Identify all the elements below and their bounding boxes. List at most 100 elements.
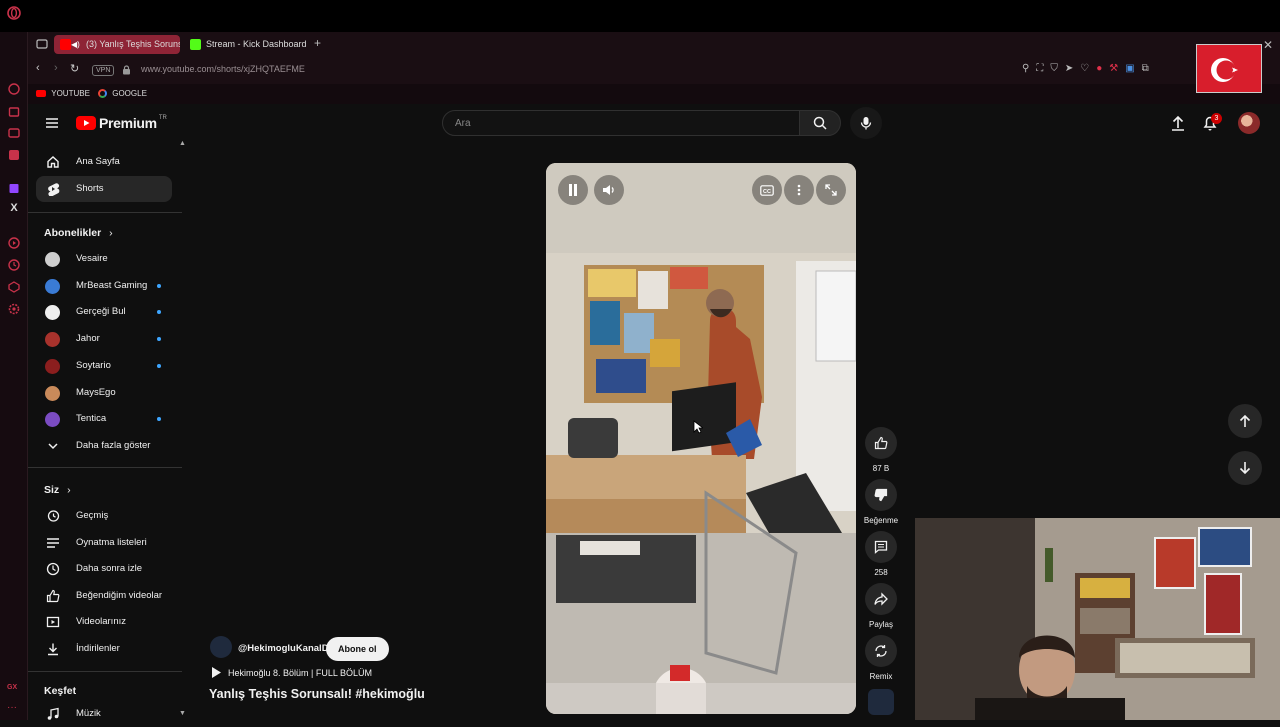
channel-avatar[interactable]	[210, 636, 232, 658]
sidebar-item-subscription[interactable]: MaysEgo	[36, 380, 172, 406]
shield-icon[interactable]: ⛉	[1050, 63, 1058, 74]
voice-search-button[interactable]	[850, 107, 882, 139]
avatar[interactable]	[1238, 112, 1260, 134]
reload-icon[interactable]: ↻	[70, 62, 79, 75]
extension-red-icon[interactable]: ●	[1096, 63, 1102, 74]
back-arrow-icon[interactable]: ‹	[36, 62, 40, 74]
playlist-link[interactable]: Hekimoğlu 8. Bölüm | FULL BÖLÜM	[211, 667, 372, 678]
comments-button[interactable]	[865, 531, 897, 563]
sidebar-item-subscription[interactable]: MrBeast Gaming	[36, 273, 172, 299]
cube-icon[interactable]	[7, 280, 21, 294]
tab-kick-dashboard[interactable]: Stream - Kick Dashboard	[184, 35, 312, 54]
remix-button[interactable]	[865, 635, 897, 667]
next-short-button[interactable]	[1228, 451, 1262, 485]
captions-icon: CC	[760, 184, 774, 196]
window-close-icon[interactable]: ✕	[1263, 38, 1273, 52]
hamburger-menu-icon[interactable]	[45, 116, 59, 130]
tab-youtube[interactable]: ◀) (3) Yanlış Teşhis Sorunsalı! #hekimoğ…	[54, 35, 180, 54]
extension-wrench-icon[interactable]: ⚒	[1109, 63, 1118, 74]
gamepad-icon[interactable]	[7, 126, 21, 140]
twitch-icon[interactable]	[7, 182, 21, 196]
scroll-down-icon[interactable]: ▼	[179, 710, 186, 717]
divider	[28, 671, 182, 672]
subscriptions-heading[interactable]: Abonelikler ›	[44, 227, 113, 239]
explore-title: Keşfet	[44, 685, 77, 697]
send-icon[interactable]: ➤	[1065, 63, 1073, 74]
dislike-button[interactable]	[865, 479, 897, 511]
subscribe-button[interactable]: Abone ol	[326, 637, 389, 661]
sidebar-item-playlists[interactable]: Oynatma listeleri	[36, 530, 172, 556]
remix-label: Remix	[869, 672, 893, 681]
sidebar-item-your-videos[interactable]: Videolarınız	[36, 609, 172, 635]
divider	[28, 467, 182, 468]
speaker-icon[interactable]: ◀)	[71, 35, 80, 54]
more-options-button[interactable]	[784, 175, 814, 205]
share-button[interactable]	[865, 583, 897, 615]
scroll-up-icon[interactable]: ▲	[179, 140, 186, 147]
youtube-logo[interactable]: Premium TR	[76, 115, 167, 131]
short-video-player[interactable]: CC	[546, 163, 856, 714]
new-content-dot	[157, 283, 161, 288]
like-button[interactable]	[865, 427, 897, 459]
sidebar-item-subscription[interactable]: Vesaire	[36, 246, 172, 272]
pin-icon[interactable]: ⚲	[1022, 63, 1029, 74]
fullscreen-button[interactable]	[816, 175, 846, 205]
sidebar-item-downloads[interactable]: İndirilenler	[36, 636, 172, 662]
pause-button[interactable]	[558, 175, 588, 205]
captions-button[interactable]: CC	[752, 175, 782, 205]
sidebar-item-subscription[interactable]: Soytario	[36, 353, 172, 379]
previous-short-button[interactable]	[1228, 404, 1262, 438]
bookmarks-bar: YOUTUBE GOOGLE	[28, 84, 1280, 104]
bookmark-youtube[interactable]: YOUTUBE	[36, 89, 90, 98]
comment-icon	[874, 540, 888, 554]
messenger-icon[interactable]	[7, 148, 21, 162]
opera-logo-icon[interactable]	[7, 6, 21, 20]
lock-icon[interactable]	[122, 65, 131, 75]
playlist-title: Hekimoğlu 8. Bölüm | FULL BÖLÜM	[228, 667, 373, 678]
bag-icon[interactable]	[7, 104, 21, 118]
short-title[interactable]: Yanlış Teşhis Sorunsalı! #hekimoğlu	[209, 687, 425, 701]
clock-sidebar-icon[interactable]	[7, 258, 21, 272]
x-twitter-icon[interactable]: X	[7, 202, 21, 216]
show-more-button[interactable]: Daha fazla göster	[36, 433, 172, 459]
extensions-puzzle-icon[interactable]: ⧉	[1142, 63, 1149, 74]
sidebar-item-shorts[interactable]: Shorts	[36, 176, 172, 202]
sidebar-item-subscription[interactable]: Tentica	[36, 406, 172, 432]
forward-arrow-icon[interactable]: ›	[54, 62, 58, 74]
opera-sidebar: X GX ···	[0, 6, 28, 720]
snapshot-icon[interactable]: ⛶	[1036, 63, 1043, 74]
history-sidebar-icon[interactable]	[7, 82, 21, 96]
new-tab-plus-icon[interactable]: +	[314, 36, 321, 50]
tab-overview-icon[interactable]	[36, 38, 48, 50]
bookmark-google[interactable]: GOOGLE	[98, 89, 147, 98]
heart-icon[interactable]: ♡	[1080, 63, 1089, 74]
url-text[interactable]: www.youtube.com/shorts/xjZHQTAEFME	[141, 64, 305, 74]
turkey-flag-image	[1196, 44, 1262, 93]
more-icon[interactable]: ···	[7, 702, 21, 716]
sidebar-item-watch-later[interactable]: Daha sonra izle	[36, 556, 172, 582]
translate-icon[interactable]: ▣	[1125, 63, 1134, 74]
sidebar-item-label: Daha sonra izle	[76, 563, 143, 574]
sound-thumbnail[interactable]	[868, 689, 894, 715]
vpn-badge[interactable]: VPN	[92, 65, 115, 76]
sidebar-item-liked-videos[interactable]: Beğendiğim videolar	[36, 583, 172, 609]
explore-heading: Keşfet	[44, 685, 76, 697]
subscribe-label: Abone ol	[338, 644, 377, 654]
sidebar-item-label: Müzik	[76, 708, 101, 719]
sidebar-item-subscription[interactable]: Jahor	[36, 326, 172, 352]
gx-icon[interactable]: GX	[7, 684, 21, 698]
search-input[interactable]: Ara	[442, 110, 800, 136]
webcam-overlay	[915, 518, 1280, 720]
search-button[interactable]	[799, 110, 841, 136]
sidebar-item-home[interactable]: Ana Sayfa	[36, 149, 172, 175]
sidebar-item-music[interactable]: Müzik	[36, 701, 172, 727]
mute-button[interactable]	[594, 175, 624, 205]
sidebar-item-history[interactable]: Geçmiş	[36, 503, 172, 529]
create-upload-icon[interactable]	[1171, 115, 1185, 131]
sidebar-item-subscription[interactable]: Gerçeği Bul	[36, 299, 172, 325]
you-heading[interactable]: Siz ›	[44, 484, 71, 496]
channel-name[interactable]: @HekimogluKanalD	[238, 643, 329, 654]
play-icon[interactable]	[7, 236, 21, 250]
settings-gear-icon[interactable]	[7, 302, 21, 316]
channel-avatar	[45, 305, 60, 321]
